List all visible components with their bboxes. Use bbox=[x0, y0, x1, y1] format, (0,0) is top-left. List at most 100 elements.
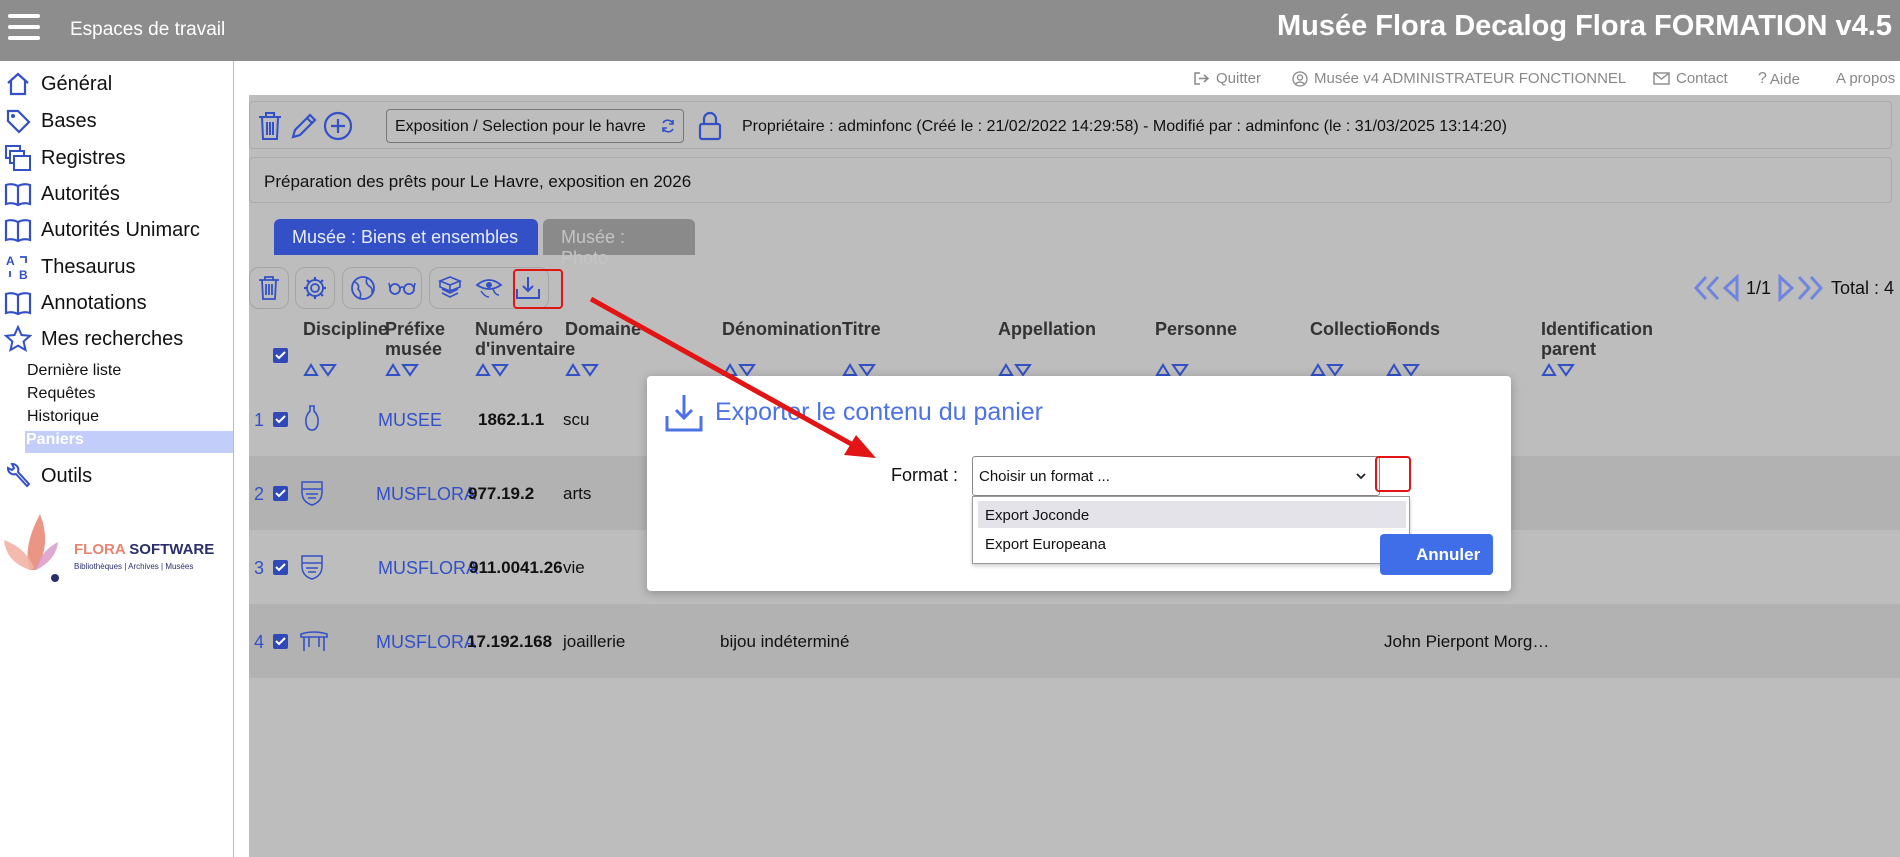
sort-arrows-icon[interactable] bbox=[722, 363, 756, 377]
row-number: 2 bbox=[254, 484, 265, 504]
cancel-button[interactable]: Annuler bbox=[1380, 534, 1493, 575]
prefix-cell[interactable]: MUSFLORA bbox=[376, 632, 476, 653]
inventory-number-cell[interactable]: 1862.1.1 bbox=[478, 410, 544, 430]
format-dropdown-list: Export Joconde Export Europeana bbox=[972, 496, 1410, 564]
sidebar-subitem-requetes[interactable]: Requêtes bbox=[26, 385, 234, 407]
column-header-identification-parent[interactable]: Identification parent bbox=[1541, 319, 1653, 359]
sort-arrows-icon[interactable] bbox=[565, 363, 599, 377]
sidebar-item-autorites[interactable]: Autorités bbox=[0, 177, 234, 211]
row-checkbox[interactable] bbox=[273, 634, 288, 649]
sidebar-item-bases[interactable]: Bases bbox=[0, 104, 234, 138]
sidebar-item-registres[interactable]: Registres bbox=[0, 141, 234, 175]
column-header-personne[interactable]: Personne bbox=[1155, 319, 1237, 339]
inventory-number-cell[interactable]: 17.192.168 bbox=[467, 632, 552, 652]
mail-icon bbox=[1653, 72, 1670, 85]
tag-icon bbox=[3, 106, 33, 136]
sort-arrows-icon[interactable] bbox=[475, 363, 509, 377]
table-row[interactable]: 4 MUSFLORA 17.192.168 joaillerie bijou i… bbox=[249, 604, 1900, 678]
tab-musee-photo[interactable]: Musée : Photo bbox=[543, 219, 695, 268]
sidebar-subitem-derniere-liste[interactable]: Dernière liste bbox=[26, 362, 234, 384]
column-header-domaine[interactable]: Domaine bbox=[565, 319, 641, 339]
domaine-cell: vie bbox=[563, 558, 585, 577]
format-label: Format : bbox=[891, 465, 959, 485]
add-basket-icon[interactable] bbox=[320, 108, 356, 144]
pager: 1/1 Total : 4 bbox=[1692, 268, 1894, 308]
inventory-number-cell[interactable]: 911.0041.26 bbox=[469, 558, 563, 578]
sort-arrows-icon[interactable] bbox=[1310, 363, 1344, 377]
prefix-cell[interactable]: MUSEE bbox=[378, 410, 442, 431]
column-header-denomination[interactable]: Dénomination bbox=[722, 319, 842, 339]
user-bar: Quitter Musée v4 ADMINISTRATEUR FONCTION… bbox=[235, 61, 1900, 95]
about-link[interactable]: A propos bbox=[1836, 70, 1895, 87]
row-checkbox[interactable] bbox=[273, 412, 288, 427]
format-select[interactable]: Choisir un format ... bbox=[972, 456, 1380, 496]
sidebar-item-autorites-unimarc[interactable]: Autorités Unimarc bbox=[0, 213, 234, 247]
eye-icon[interactable] bbox=[469, 268, 508, 308]
next-page-icon[interactable] bbox=[1777, 274, 1795, 302]
sort-arrows-icon[interactable] bbox=[385, 363, 419, 377]
export-dialog: Exporter le contenu du panier Format : C… bbox=[647, 376, 1511, 591]
sort-arrows-icon[interactable] bbox=[1155, 363, 1189, 377]
delete-items-icon[interactable] bbox=[250, 268, 288, 308]
sort-arrows-icon[interactable] bbox=[303, 363, 337, 377]
inventory-number-cell[interactable]: 977.19.2 bbox=[468, 484, 534, 504]
svg-text:A: A bbox=[6, 254, 15, 268]
column-header-fonds[interactable]: Fonds bbox=[1386, 319, 1440, 339]
sidebar-item-outils[interactable]: Outils bbox=[0, 459, 234, 493]
crest-icon bbox=[300, 480, 324, 511]
sidebar-item-annotations[interactable]: Annotations bbox=[0, 286, 234, 320]
lock-icon[interactable] bbox=[692, 108, 728, 144]
domaine-cell: scu bbox=[563, 410, 590, 429]
sidebar-item-label: Registres bbox=[41, 146, 126, 169]
first-page-icon[interactable] bbox=[1692, 274, 1722, 302]
basket-select[interactable]: Exposition / Selection pour le havre bbox=[386, 109, 684, 143]
sort-arrows-icon[interactable] bbox=[1386, 363, 1420, 377]
sidebar-item-thesaurus[interactable]: AB Thesaurus bbox=[0, 250, 234, 284]
format-option-europeana[interactable]: Export Europeana bbox=[978, 530, 1406, 557]
sort-arrows-icon[interactable] bbox=[1541, 363, 1575, 377]
registers-icon bbox=[3, 143, 33, 173]
column-header-prefixe[interactable]: Préfixe musée bbox=[385, 319, 455, 359]
column-header-collection[interactable]: Collection bbox=[1310, 319, 1397, 339]
column-header-discipline[interactable]: Discipline bbox=[303, 319, 388, 339]
prefix-cell[interactable]: MUSFLORA bbox=[378, 558, 478, 579]
sidebar-item-mes-recherches[interactable]: Mes recherches bbox=[0, 322, 234, 356]
action-group-delete bbox=[249, 267, 289, 309]
user-link[interactable]: Musée v4 ADMINISTRATEUR FONCTIONNEL bbox=[1292, 70, 1626, 87]
sort-arrows-icon[interactable] bbox=[998, 363, 1032, 377]
crest-icon bbox=[300, 554, 324, 585]
main-area: Quitter Musée v4 ADMINISTRATEUR FONCTION… bbox=[235, 61, 1900, 857]
column-header-titre[interactable]: Titre bbox=[842, 319, 881, 339]
edit-pencil-icon[interactable] bbox=[286, 108, 322, 144]
sidebar-subitem-paniers[interactable]: Paniers bbox=[25, 431, 233, 453]
contact-link[interactable]: Contact bbox=[1653, 70, 1728, 87]
column-header-appellation[interactable]: Appellation bbox=[998, 319, 1096, 339]
row-checkbox[interactable] bbox=[273, 560, 288, 575]
sort-arrows-icon[interactable] bbox=[842, 363, 876, 377]
last-page-icon[interactable] bbox=[1795, 274, 1825, 302]
logout-icon bbox=[1194, 72, 1210, 85]
row-checkbox[interactable] bbox=[273, 486, 288, 501]
book-icon bbox=[3, 288, 33, 318]
home-icon bbox=[3, 69, 33, 99]
prefix-cell[interactable]: MUSFLORA bbox=[376, 484, 476, 505]
quit-link[interactable]: Quitter bbox=[1193, 70, 1261, 87]
delete-basket-icon[interactable] bbox=[252, 108, 288, 144]
workspaces-title[interactable]: Espaces de travail bbox=[70, 19, 225, 41]
gear-icon[interactable] bbox=[296, 268, 334, 308]
boxes-icon[interactable] bbox=[430, 268, 469, 308]
prev-page-icon[interactable] bbox=[1722, 274, 1740, 302]
globe-icon[interactable] bbox=[343, 268, 382, 308]
sidebar-item-general[interactable]: Général bbox=[0, 67, 234, 101]
glasses-icon[interactable] bbox=[382, 268, 421, 308]
page-indicator: 1/1 bbox=[1746, 277, 1772, 298]
format-option-joconde[interactable]: Export Joconde bbox=[978, 501, 1406, 528]
select-all-checkbox[interactable] bbox=[273, 348, 288, 363]
dialog-title: Exporter le contenu du panier bbox=[715, 398, 1043, 426]
help-link[interactable]: ? Aide bbox=[1758, 70, 1800, 88]
chevron-down-icon[interactable] bbox=[1349, 464, 1373, 488]
hamburger-menu-icon[interactable] bbox=[8, 14, 40, 40]
tab-musee-biens[interactable]: Musée : Biens et ensembles bbox=[274, 219, 538, 255]
sidebar-subitem-historique[interactable]: Historique bbox=[26, 408, 234, 430]
refresh-icon[interactable] bbox=[660, 118, 676, 134]
